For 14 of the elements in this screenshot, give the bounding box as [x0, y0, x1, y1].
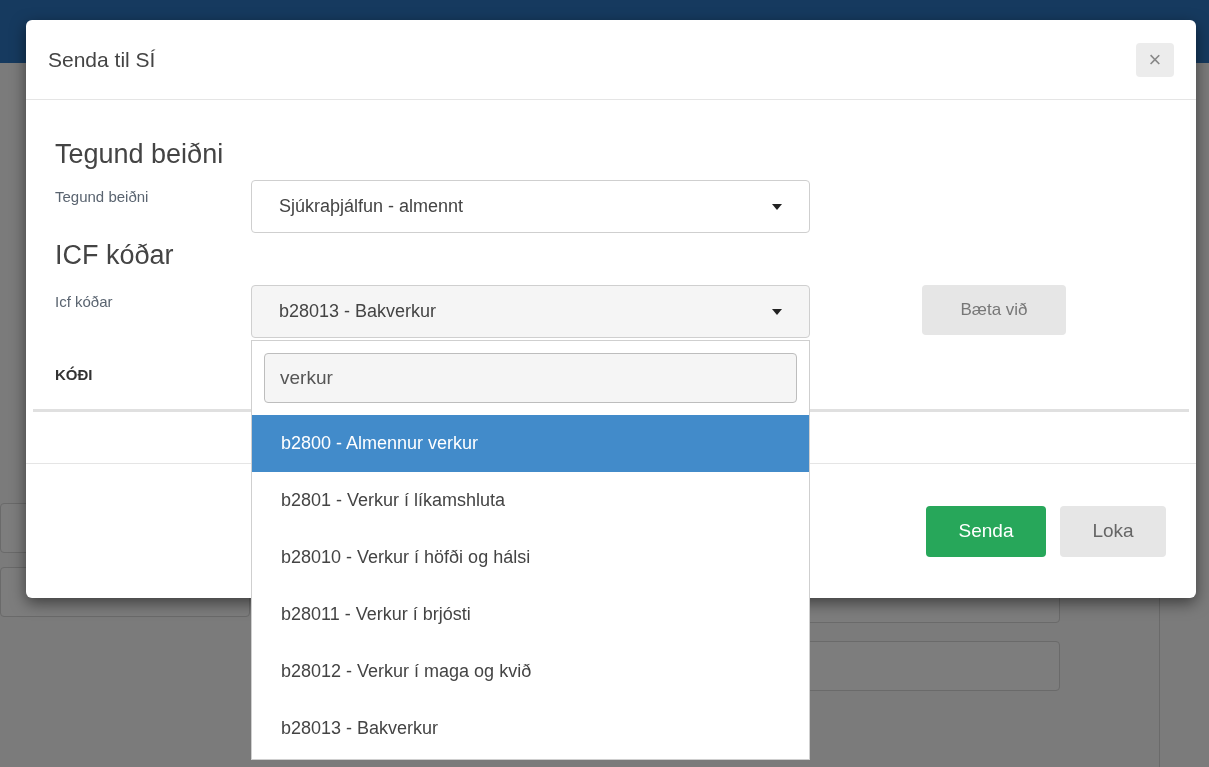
dialog-button[interactable]: Loka: [1060, 505, 1166, 557]
field-label: Tegund beiðni: [55, 187, 150, 207]
field-label: Icf kóðar: [55, 292, 114, 312]
select-field[interactable]: b28013 - Bakverkur: [251, 285, 810, 338]
section-heading: ICF kóðar: [55, 239, 175, 271]
dialog-title: Senda til SÍ: [48, 46, 156, 73]
column-header: KÓÐI: [55, 365, 93, 386]
section-heading: Tegund beiðni: [55, 138, 225, 170]
dropdown-option[interactable]: b2800 - Almennur verkur: [252, 415, 809, 472]
add-button[interactable]: Bæta við: [922, 285, 1066, 335]
search-field[interactable]: verkur: [264, 353, 797, 403]
caret-icon: [772, 203, 782, 210]
select-field[interactable]: Sjúkraþjálfun - almennt: [251, 180, 810, 233]
caret-icon: [772, 308, 782, 315]
